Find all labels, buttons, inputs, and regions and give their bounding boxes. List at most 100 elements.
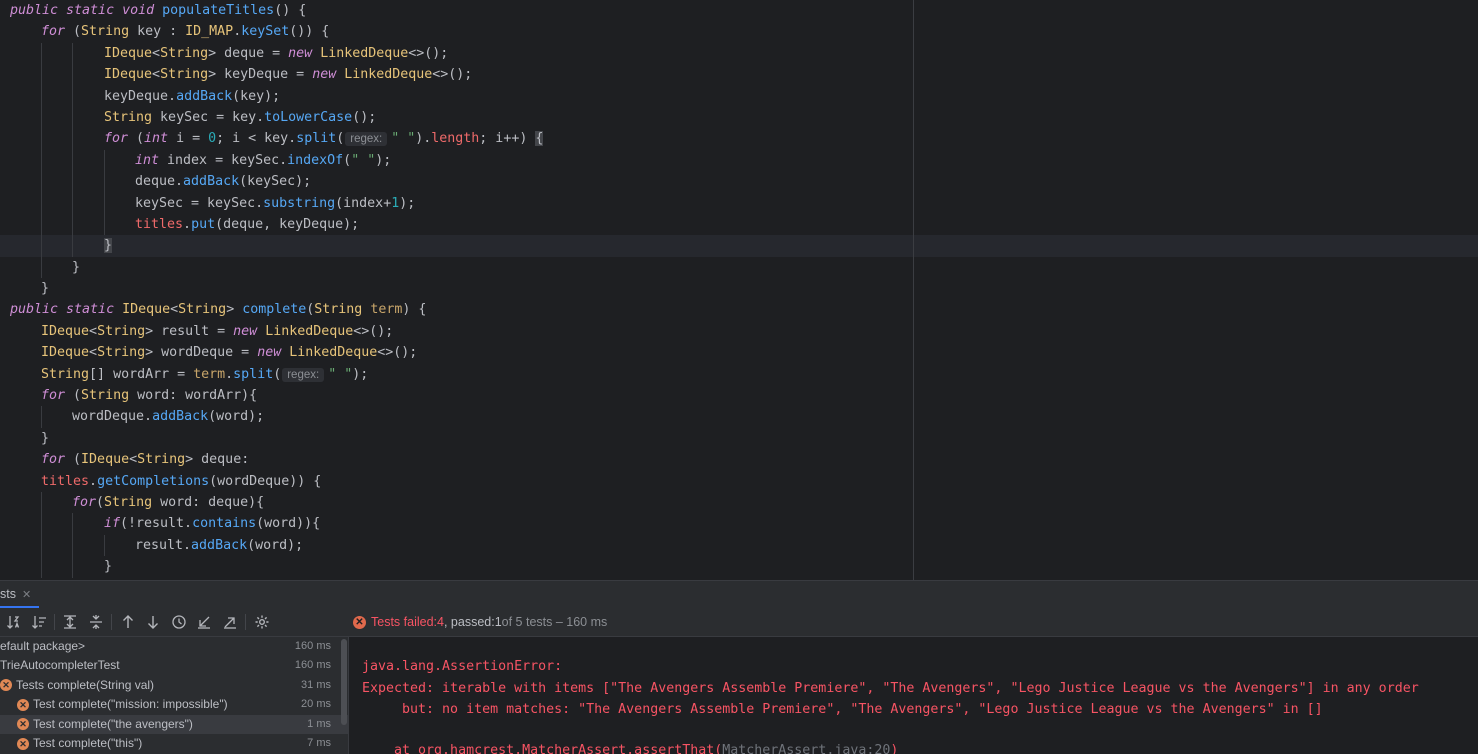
toolbar-separator: [245, 614, 246, 630]
code-text: }: [104, 556, 112, 577]
code-token: " ": [391, 131, 416, 147]
code-token: <>();: [353, 323, 394, 339]
sort-alpha-icon[interactable]: [4, 612, 24, 632]
test-tree-item[interactable]: ✕ Test complete("mission: impossible") 20 …: [0, 695, 348, 714]
test-tool-window-header: sts ✕: [0, 580, 1478, 608]
test-results-tree[interactable]: efault package> 160 ms TrieAutocompleterTe…: [0, 637, 348, 754]
code-token: (: [73, 452, 82, 468]
code-editor[interactable]: public static void populateTitles() {for…: [0, 0, 1478, 580]
test-console-output[interactable]: java.lang.AssertionError: Expected: iter…: [348, 637, 1478, 754]
close-icon[interactable]: ✕: [22, 589, 31, 601]
code-token: }: [41, 281, 50, 297]
code-token: <>();: [432, 67, 473, 83]
history-icon[interactable]: [169, 612, 189, 632]
code-line[interactable]: IDeque<String> result = new LinkedDeque<…: [0, 321, 1478, 342]
code-token: > wordDeque =: [145, 345, 258, 361]
code-line[interactable]: public static void populateTitles() {: [0, 0, 1478, 21]
test-tree-item[interactable]: TrieAutocompleterTest 160 ms: [0, 656, 348, 675]
code-line[interactable]: IDeque<String> wordDeque = new LinkedDeq…: [0, 342, 1478, 363]
indent-guide: [104, 171, 105, 193]
code-text: for (int i = 0; i < key.split(regex: " ")…: [104, 128, 544, 150]
code-text: IDeque<String> keyDeque = new LinkedDequ…: [104, 64, 472, 85]
collapse-all-icon[interactable]: [86, 612, 106, 632]
code-line[interactable]: }: [0, 256, 1478, 279]
code-token: public static void: [10, 3, 163, 18]
expand-all-icon[interactable]: [60, 612, 80, 632]
test-tree-item-label: TrieAutocompleterTest: [0, 656, 120, 675]
code-line[interactable]: for (String key : ID_MAP.keySet()) {: [0, 21, 1478, 42]
indent-guide: [41, 171, 42, 193]
code-text: if(!result.contains(word)){: [104, 513, 320, 534]
code-line[interactable]: titles.put(deque, keyDeque);: [0, 213, 1478, 236]
code-line[interactable]: deque.addBack(keySec);: [0, 171, 1478, 193]
import-tests-icon[interactable]: [194, 612, 214, 632]
code-line[interactable]: }: [0, 556, 1478, 578]
code-token: " ": [351, 152, 376, 168]
test-name: Test complete("mission: impossible"): [33, 697, 228, 712]
test-tree-item[interactable]: efault package> 160 ms: [0, 637, 348, 656]
parameter-hint: regex:: [282, 367, 325, 382]
code-line[interactable]: titles.getCompletions(wordDeque)) {: [0, 471, 1478, 492]
code-line[interactable]: result.addBack(word);: [0, 534, 1478, 557]
code-line[interactable]: keySec = keySec.substring(index+1);: [0, 192, 1478, 214]
code-token: indexOf: [287, 152, 344, 168]
code-token: <: [170, 302, 179, 318]
test-toolbar: [0, 608, 348, 637]
code-token: (deque, keyDeque);: [215, 216, 360, 232]
code-line[interactable]: int index = keySec.indexOf(" ");: [0, 149, 1478, 172]
test-status: ✕ Tests failed: 4 , passed: 1 of 5 tests…: [353, 608, 607, 636]
code-token: addBack: [191, 537, 248, 553]
code-lines[interactable]: public static void populateTitles() {for…: [0, 0, 1478, 578]
code-token: split: [233, 366, 274, 382]
indent-guide: [41, 149, 42, 172]
stack-link[interactable]: MatcherAssert.java:20: [722, 743, 890, 754]
code-line[interactable]: for (String word: wordArr){: [0, 385, 1478, 406]
indent-guide: [72, 171, 73, 193]
settings-icon[interactable]: [252, 612, 272, 632]
code-token: new: [233, 323, 266, 339]
toolbar-separator: [111, 614, 112, 630]
code-text: }: [104, 235, 113, 256]
tab-tests[interactable]: sts ✕: [0, 581, 40, 608]
previous-failed-icon[interactable]: [118, 612, 138, 632]
code-text: }: [41, 428, 49, 449]
code-line[interactable]: wordDeque.addBack(word);: [0, 406, 1478, 428]
code-token: (: [343, 152, 352, 168]
parameter-hint: regex:: [345, 132, 388, 147]
code-token: getCompletions: [97, 473, 210, 489]
failed-count: 4: [437, 615, 444, 629]
code-token: <: [152, 67, 161, 83]
test-tree-item[interactable]: ✕ Test complete("this") 7 ms: [0, 734, 348, 753]
code-line[interactable]: IDeque<String> keyDeque = new LinkedDequ…: [0, 64, 1478, 86]
code-token: (: [73, 388, 82, 404]
code-token: String: [41, 366, 90, 382]
test-tree-item[interactable]: ✕ Test complete("the avengers") 1 ms: [0, 714, 348, 734]
sort-duration-icon[interactable]: [29, 612, 49, 632]
code-line[interactable]: for(String word: deque){: [0, 491, 1478, 514]
tree-scrollbar[interactable]: [341, 639, 347, 725]
code-line[interactable]: }: [0, 428, 1478, 449]
code-line[interactable]: }: [0, 235, 1478, 257]
code-line[interactable]: for (IDeque<String> deque:: [0, 449, 1478, 470]
code-line[interactable]: }: [0, 278, 1478, 299]
passed-count: 1: [494, 615, 502, 629]
code-line[interactable]: public static IDeque<String> complete(St…: [0, 299, 1478, 320]
code-line[interactable]: if(!result.contains(word)){: [0, 513, 1478, 535]
test-tree-item-label: ✕ Test complete("this"): [17, 734, 142, 753]
code-line[interactable]: IDeque<String> deque = new LinkedDeque<>…: [0, 42, 1478, 65]
test-tree-item[interactable]: ✕ Tests complete(String val) 31 ms: [0, 676, 348, 695]
next-failed-icon[interactable]: [143, 612, 163, 632]
export-tests-icon[interactable]: [220, 612, 240, 632]
code-line[interactable]: for (int i = 0; i < key.split(regex: " ")…: [0, 128, 1478, 150]
indent-guide: [41, 406, 42, 428]
code-text: for(String word: deque){: [72, 492, 264, 513]
code-text: keyDeque.addBack(key);: [104, 86, 280, 107]
code-token: (: [73, 24, 82, 40]
test-name: Tests complete(String val): [16, 677, 155, 692]
code-token: (keySec);: [239, 174, 312, 190]
code-line[interactable]: keyDeque.addBack(key);: [0, 85, 1478, 107]
code-line[interactable]: String[] wordArr = term.split(regex: " ")…: [0, 364, 1478, 385]
code-line[interactable]: String keySec = key.toLowerCase();: [0, 106, 1478, 129]
code-token: if: [104, 516, 121, 532]
code-token: String: [160, 67, 209, 83]
